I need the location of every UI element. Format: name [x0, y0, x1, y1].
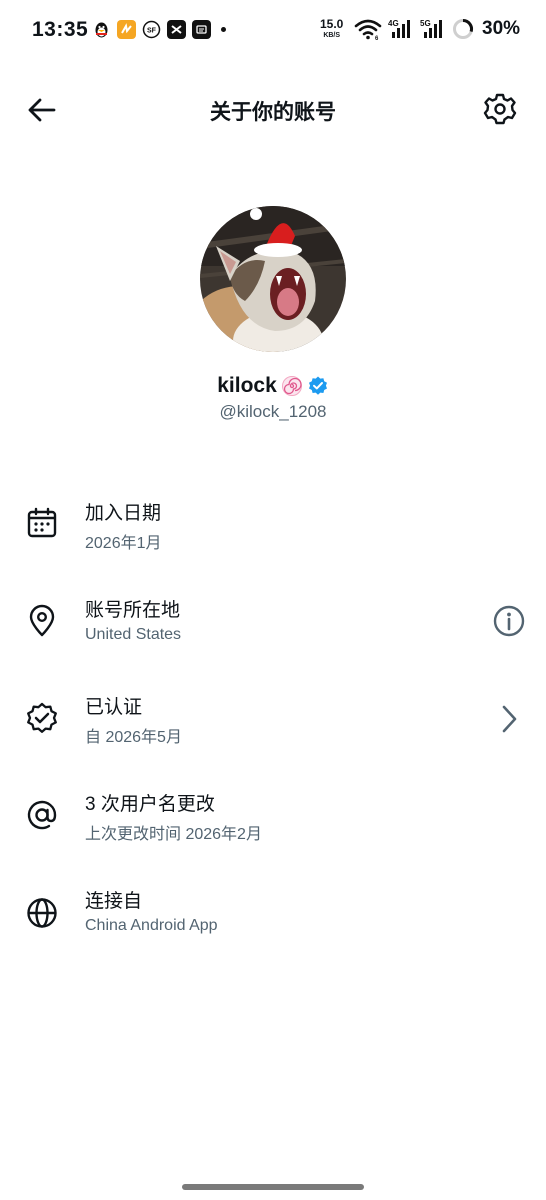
row-connected-via: 连接自 China Android App	[0, 886, 546, 956]
avatar-image	[200, 206, 346, 352]
row-title: 账号所在地	[85, 600, 181, 621]
row-username-changes: 3 次用户名更改 上次更改时间 2026年2月	[0, 789, 546, 859]
globe-icon	[27, 898, 57, 928]
location-pin-icon	[29, 604, 55, 637]
row-subtitle: 2026年1月	[85, 535, 162, 552]
svg-text:5G: 5G	[420, 19, 431, 28]
svg-text:4G: 4G	[388, 19, 399, 28]
home-indicator[interactable]	[182, 1184, 364, 1190]
verified-badge-icon	[308, 376, 327, 395]
svg-text:6: 6	[375, 36, 379, 40]
row-subtitle: 上次更改时间 2026年2月	[85, 826, 262, 843]
row-account-location: 账号所在地 United States	[0, 595, 546, 665]
battery-percent: 30%	[482, 18, 521, 39]
status-bar: 13:35 SF 15.0 KB/S 6 4G 5G 30%	[0, 0, 546, 62]
info-icon[interactable]	[492, 604, 526, 638]
display-name-row: kilock	[0, 374, 546, 398]
row-title: 3 次用户名更改	[85, 794, 215, 815]
verified-badge-icon	[27, 702, 57, 733]
row-subtitle: United States	[85, 626, 182, 643]
row-join-date: 加入日期 2026年1月	[0, 498, 546, 568]
status-time: 13:35	[32, 18, 89, 41]
signal-5g-icon: 5G	[420, 19, 442, 38]
settings-button[interactable]	[482, 91, 518, 127]
page-title: 关于你的账号	[210, 101, 336, 124]
sf-express-icon: SF	[142, 20, 161, 39]
row-subtitle: China Android App	[85, 917, 218, 934]
user-handle: @kilock_1208	[219, 402, 327, 421]
notification-icons: SF	[92, 20, 226, 39]
net-speed-unit: KB/S	[323, 32, 341, 39]
at-sign-icon	[27, 800, 57, 830]
row-title: 已认证	[85, 697, 143, 718]
gear-icon	[483, 93, 517, 125]
weibo-app-icon	[192, 20, 211, 39]
row-subtitle: 自 2026年5月	[85, 729, 182, 746]
calendar-icon	[27, 507, 57, 538]
qq-penguin-icon	[92, 20, 111, 39]
more-notifications-dot	[221, 27, 226, 32]
row-title: 连接自	[85, 891, 143, 912]
network-speed: 15.0 KB/S	[320, 17, 344, 41]
profile-avatar[interactable]	[200, 206, 346, 352]
net-speed-value: 15.0	[320, 17, 344, 31]
wifi-icon: 6	[354, 19, 382, 40]
orange-app-icon	[117, 20, 136, 39]
row-verified[interactable]: 已认证 自 2026年5月	[0, 692, 546, 762]
status-right-icons: 6 4G 5G 30%	[354, 18, 520, 40]
battery-ring-icon	[453, 19, 473, 39]
svg-text:SF: SF	[147, 28, 157, 35]
lollipop-emoji-icon	[281, 376, 302, 396]
capcut-icon	[167, 20, 186, 39]
signal-4g-icon: 4G	[388, 19, 410, 38]
top-app-bar: 关于你的账号	[0, 80, 546, 138]
chevron-right-icon	[502, 705, 517, 733]
display-name: kilock	[217, 374, 277, 397]
row-title: 加入日期	[85, 503, 162, 524]
